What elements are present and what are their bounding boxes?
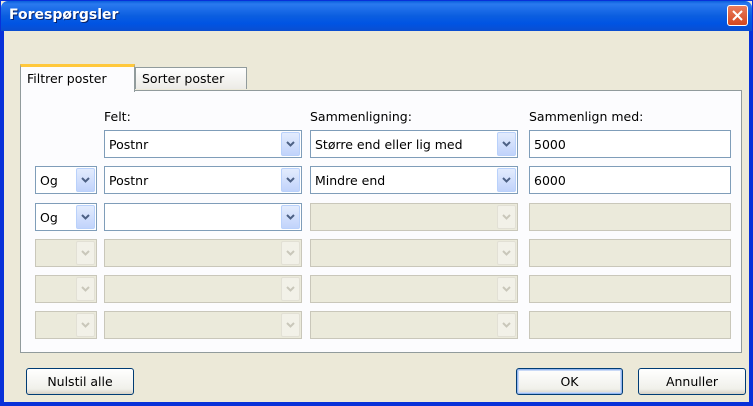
compare-value-input[interactable]: 5000 (529, 130, 731, 158)
chevron-down-icon (286, 214, 295, 220)
chevron-down-icon (81, 250, 90, 256)
field-dropdown (104, 239, 302, 267)
chevron-down-icon (502, 214, 511, 220)
dropdown-button[interactable] (76, 205, 95, 229)
tab-label: Sorter poster (142, 71, 225, 86)
comparison-column-header: Sammenligning: (310, 109, 412, 124)
dropdown-button (497, 277, 516, 301)
connector-dropdown (35, 311, 97, 339)
connector-value: Og (40, 173, 58, 188)
field-value: Postnr (109, 173, 149, 188)
compare-value-input (529, 239, 731, 267)
comparison-dropdown (310, 239, 518, 267)
chevron-down-icon (286, 177, 295, 183)
field-dropdown (104, 275, 302, 303)
field-dropdown[interactable]: Postnr (104, 166, 302, 194)
dropdown-button (76, 313, 95, 337)
chevron-down-icon (286, 322, 295, 328)
dropdown-button[interactable] (281, 132, 300, 156)
field-value: Postnr (109, 137, 149, 152)
reset-all-button[interactable]: Nulstil alle (26, 368, 134, 395)
chevron-down-icon (81, 214, 90, 220)
compare-value-input (529, 275, 731, 303)
close-button[interactable] (727, 5, 748, 26)
compare-with-column-header: Sammenlign med: (529, 109, 644, 124)
dropdown-button (76, 241, 95, 265)
tab-filter-records[interactable]: Filtrer poster (20, 64, 135, 92)
dropdown-button[interactable] (497, 168, 516, 192)
dropdown-button (497, 205, 516, 229)
dropdown-button (281, 277, 300, 301)
comparison-dropdown (310, 275, 518, 303)
connector-dropdown (35, 239, 97, 267)
dropdown-button[interactable] (497, 132, 516, 156)
dialog-window: Forespørgsler Filtrer poster Sorter post… (0, 0, 753, 406)
comparison-dropdown[interactable]: Mindre end (310, 166, 518, 194)
compare-value-input (529, 311, 731, 339)
compare-value: 6000 (534, 173, 566, 188)
field-dropdown (104, 311, 302, 339)
title-bar[interactable]: Forespørgsler (1, 1, 752, 31)
comparison-dropdown (310, 311, 518, 339)
comparison-value: Større end eller lig med (315, 137, 463, 152)
dropdown-button (497, 313, 516, 337)
comparison-dropdown[interactable]: Større end eller lig med (310, 130, 518, 158)
chevron-down-icon (286, 286, 295, 292)
tab-label: Filtrer poster (27, 71, 107, 86)
chevron-down-icon (81, 322, 90, 328)
compare-value: 5000 (534, 137, 566, 152)
window-frame-bottom (1, 402, 752, 405)
comparison-value: Mindre end (315, 173, 386, 188)
connector-dropdown[interactable]: Og (35, 166, 97, 194)
chevron-down-icon (502, 286, 511, 292)
window-title: Forespørgsler (9, 7, 119, 23)
reset-all-label: Nulstil alle (47, 374, 113, 389)
connector-dropdown (35, 275, 97, 303)
dropdown-button[interactable] (76, 168, 95, 192)
compare-value-input (529, 203, 731, 231)
connector-value: Og (40, 210, 58, 225)
close-icon (732, 10, 743, 21)
dropdown-button[interactable] (281, 168, 300, 192)
chevron-down-icon (81, 177, 90, 183)
comparison-dropdown (310, 203, 518, 231)
dropdown-button (497, 241, 516, 265)
compare-value-input[interactable]: 6000 (529, 166, 731, 194)
ok-label: OK (560, 374, 579, 389)
field-dropdown[interactable] (104, 203, 302, 231)
dropdown-button (76, 277, 95, 301)
chevron-down-icon (286, 141, 295, 147)
cancel-label: Annuller (665, 374, 719, 389)
dropdown-button (281, 241, 300, 265)
window-frame-left (1, 31, 4, 405)
tab-sort-records[interactable]: Sorter poster (135, 67, 247, 89)
ok-button[interactable]: OK (516, 368, 623, 395)
dropdown-button (281, 313, 300, 337)
chevron-down-icon (502, 141, 511, 147)
chevron-down-icon (286, 250, 295, 256)
field-dropdown[interactable]: Postnr (104, 130, 302, 158)
window-frame-right (749, 31, 752, 405)
dropdown-button[interactable] (281, 205, 300, 229)
chevron-down-icon (502, 250, 511, 256)
chevron-down-icon (502, 322, 511, 328)
field-column-header: Felt: (104, 109, 131, 124)
connector-dropdown[interactable]: Og (35, 203, 97, 231)
cancel-button[interactable]: Annuller (638, 368, 746, 395)
chevron-down-icon (502, 177, 511, 183)
chevron-down-icon (81, 286, 90, 292)
